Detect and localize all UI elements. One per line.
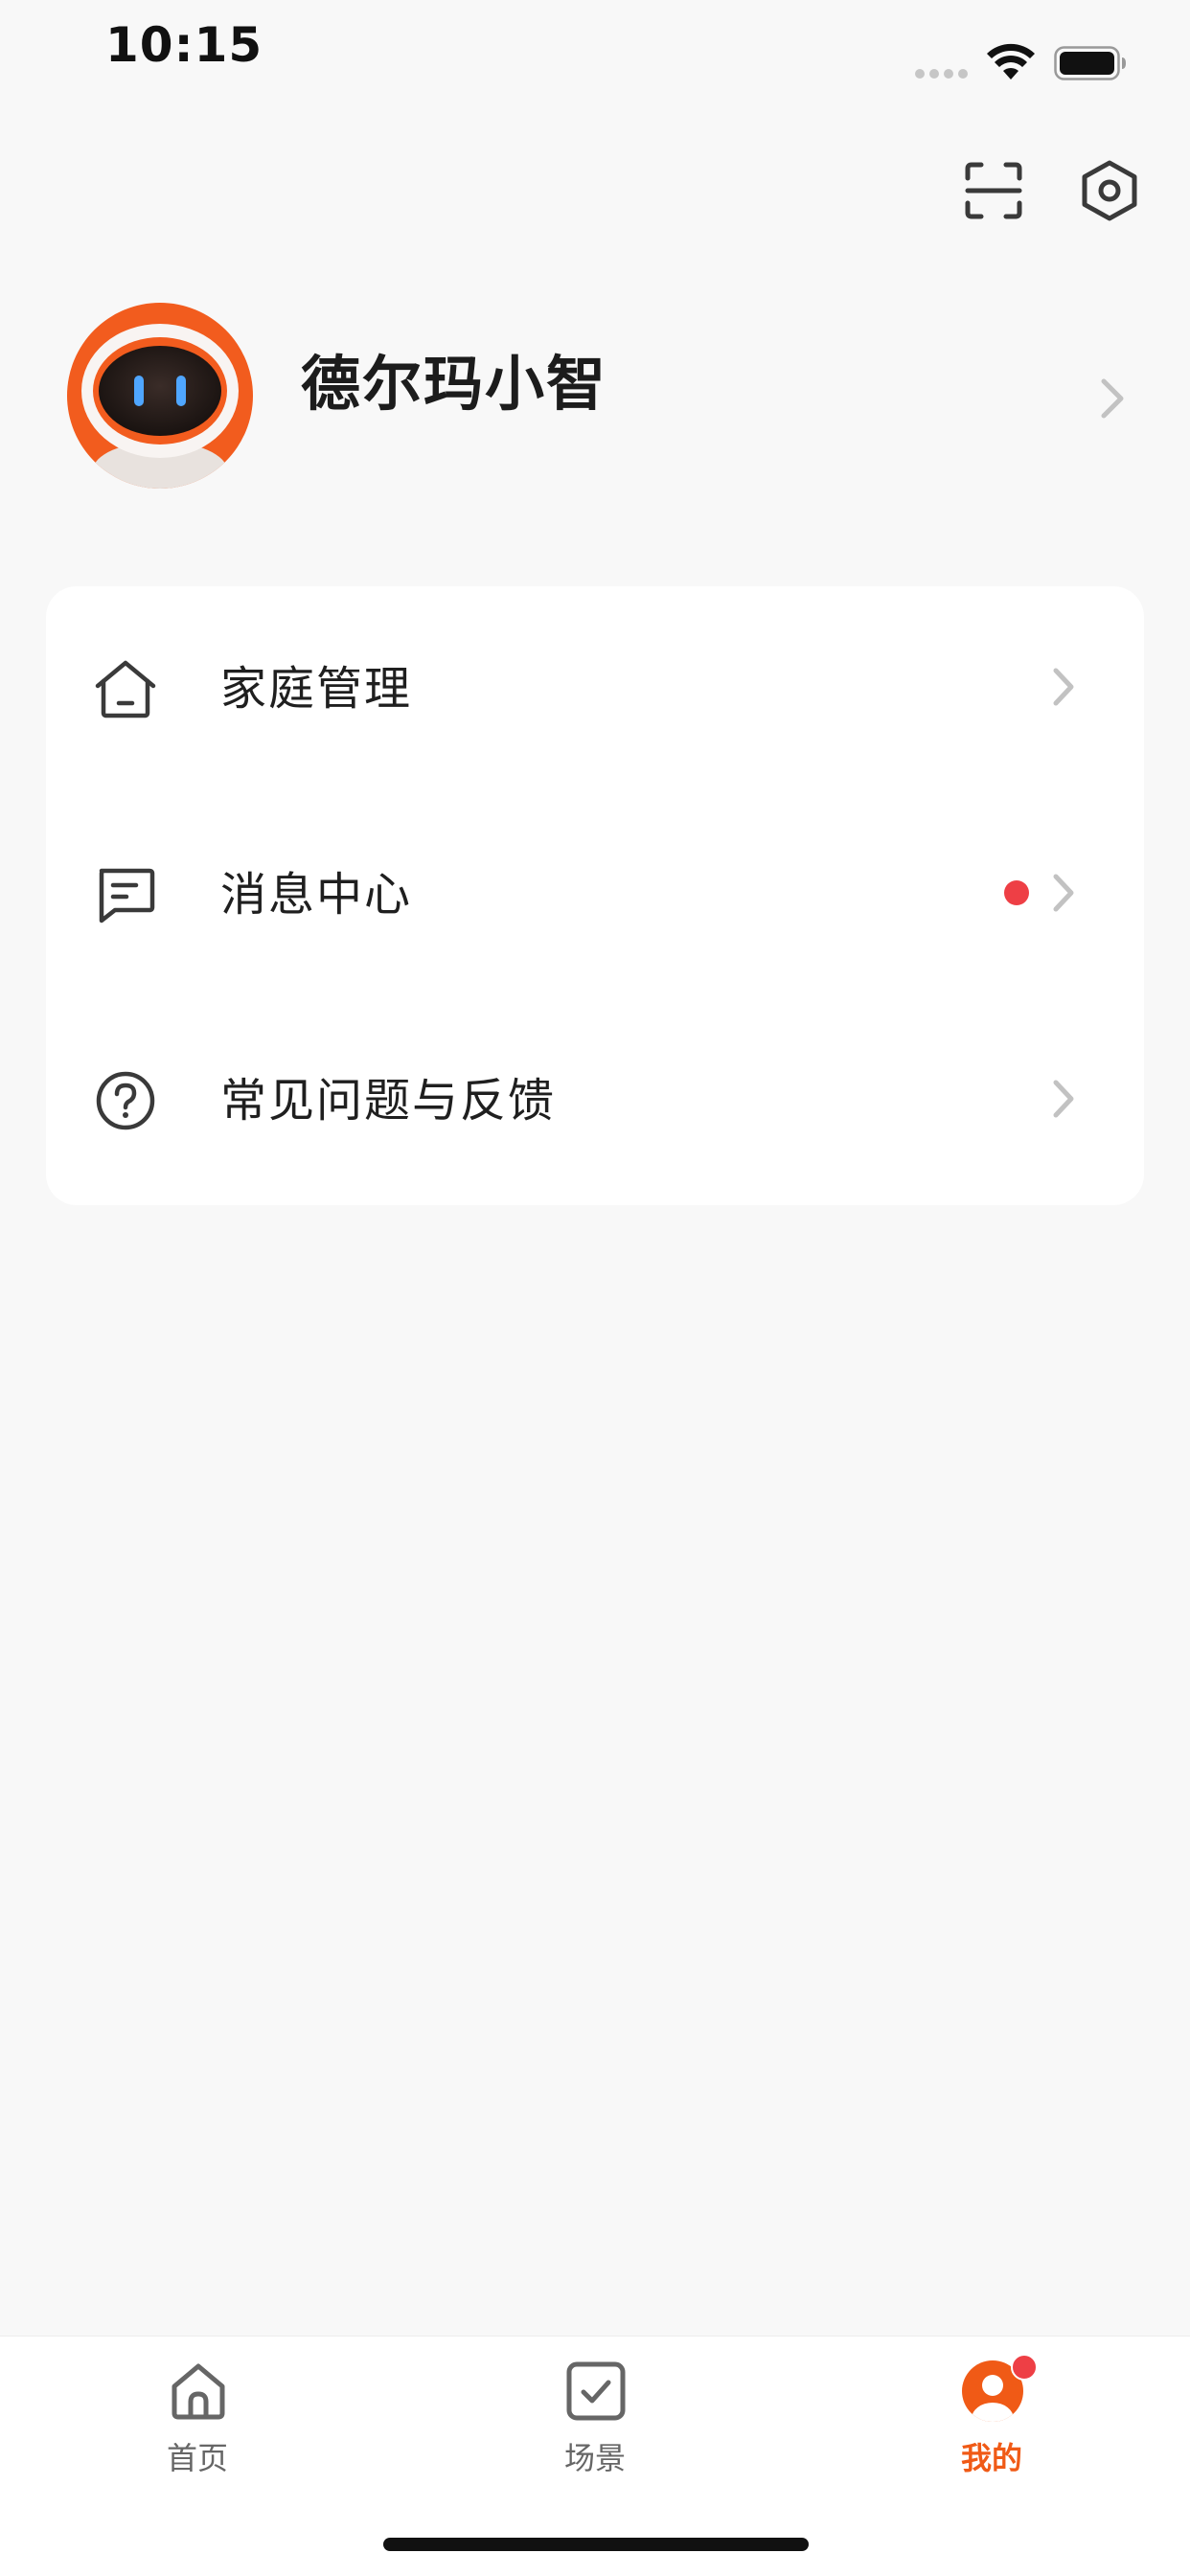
tab-label: 我的 [960,2440,1022,2476]
menu-label: 家庭管理 [220,662,413,716]
wifi-icon [987,43,1035,80]
question-circle-icon [96,1071,155,1130]
checkbox-icon [566,2361,626,2421]
chevron-right-icon [1053,668,1074,706]
message-icon [99,868,155,923]
chevron-right-icon [1101,378,1124,419]
home-indicator [383,2538,809,2551]
home-icon [172,2363,225,2420]
profile-name: 德尔玛小智 [301,349,608,419]
tab-badge [1011,2354,1038,2381]
status-bar: 10:15 [0,0,1190,125]
chevron-right-icon [1053,1080,1074,1118]
battery-icon [1054,46,1126,80]
menu-card: 家庭管理 消息中心 常见问题与反馈 [46,586,1144,1205]
settings-icon[interactable] [1079,159,1140,222]
tab-scenes[interactable]: 场景 [480,2359,710,2494]
menu-item-faq-feedback[interactable]: 常见问题与反馈 [46,998,1144,1204]
status-time: 10:15 [105,17,263,73]
home-outline-icon [95,660,156,718]
menu-item-message-center[interactable]: 消息中心 [46,792,1144,998]
tab-label: 首页 [166,2440,228,2476]
menu-label: 常见问题与反馈 [220,1074,557,1128]
chevron-right-icon [1053,874,1074,912]
tab-home[interactable]: 首页 [82,2359,312,2494]
menu-label: 消息中心 [220,868,413,922]
avatar [67,303,253,489]
notification-dot [1004,880,1029,905]
tab-mine[interactable]: 我的 [877,2354,1107,2494]
cellular-signal-icon [915,69,968,79]
tab-label: 场景 [563,2440,626,2476]
profile-card[interactable]: 德尔玛小智 [67,303,1131,489]
scan-icon[interactable] [964,161,1023,220]
menu-item-family-management[interactable]: 家庭管理 [46,586,1144,792]
